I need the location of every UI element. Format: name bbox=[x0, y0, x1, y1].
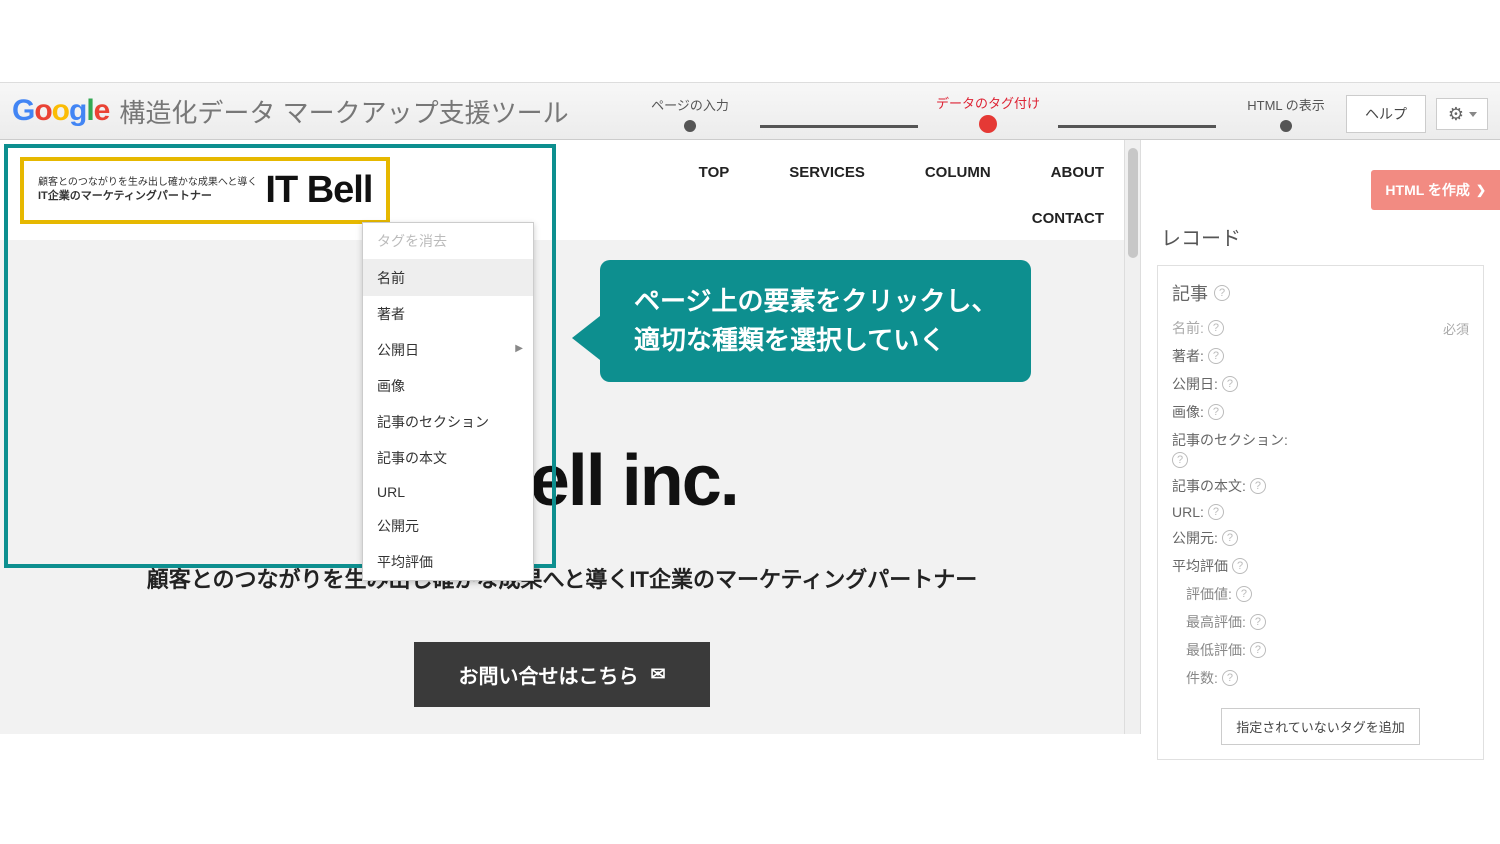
field-body[interactable]: 記事の本文:? bbox=[1172, 476, 1469, 496]
step-dot-icon bbox=[684, 120, 696, 132]
step-line bbox=[1058, 125, 1216, 128]
step-html[interactable]: HTML の表示 bbox=[1216, 95, 1356, 132]
step-input[interactable]: ページの入力 bbox=[620, 95, 760, 132]
menu-item-pubdate[interactable]: 公開日▶ bbox=[363, 332, 533, 368]
step-tagging[interactable]: データのタグ付け bbox=[918, 93, 1058, 133]
menu-item-body[interactable]: 記事の本文 bbox=[363, 440, 533, 476]
tag-context-menu: タグを消去 名前 著者 公開日▶ 画像 記事のセクション 記事の本文 URL 公… bbox=[362, 222, 534, 581]
help-icon[interactable]: ? bbox=[1208, 320, 1224, 336]
add-missing-tag-button[interactable]: 指定されていないタグを追加 bbox=[1221, 708, 1420, 745]
nav-column[interactable]: COLUMN bbox=[925, 164, 991, 181]
nav-top[interactable]: TOP bbox=[699, 164, 730, 181]
record-panel: 記事 ? 名前:?必須 著者:? 公開日:? 画像:? 記事のセクション: ? … bbox=[1157, 265, 1484, 760]
menu-item-rating[interactable]: 平均評価 bbox=[363, 544, 533, 580]
field-url[interactable]: URL:? bbox=[1172, 504, 1469, 520]
site-logo[interactable]: 顧客とのつながりを生み出し確かな成果へと導く IT企業のマーケティングパートナー… bbox=[20, 157, 390, 224]
app-topbar: Google 構造化データ マークアップ支援ツール ページの入力 データのタグ付… bbox=[0, 82, 1500, 140]
step-dot-icon bbox=[979, 115, 997, 133]
menu-item-image[interactable]: 画像 bbox=[363, 368, 533, 404]
sidebar: HTML を作成 ❯ レコード 記事 ? 名前:?必須 著者:? 公開日:? 画… bbox=[1140, 140, 1500, 734]
main-area: 顧客とのつながりを生み出し確かな成果へと導く IT企業のマーケティングパートナー… bbox=[0, 140, 1500, 734]
help-icon[interactable]: ? bbox=[1172, 452, 1188, 468]
nav-about[interactable]: ABOUT bbox=[1051, 164, 1104, 181]
gear-icon bbox=[1447, 105, 1465, 123]
caret-down-icon bbox=[1469, 112, 1477, 117]
help-icon[interactable]: ? bbox=[1250, 478, 1266, 494]
mail-icon bbox=[650, 663, 665, 686]
menu-item-author[interactable]: 著者 bbox=[363, 296, 533, 332]
chevron-right-icon: ▶ bbox=[515, 343, 523, 354]
scroll-thumb[interactable] bbox=[1128, 148, 1138, 258]
field-pubdate[interactable]: 公開日:? bbox=[1172, 374, 1469, 394]
help-icon[interactable]: ? bbox=[1222, 530, 1238, 546]
field-author[interactable]: 著者:? bbox=[1172, 346, 1469, 366]
help-icon[interactable]: ? bbox=[1208, 404, 1224, 420]
preview-scrollbar[interactable] bbox=[1124, 140, 1140, 734]
help-icon[interactable]: ? bbox=[1208, 348, 1224, 364]
menu-item-section[interactable]: 記事のセクション bbox=[363, 404, 533, 440]
logo-tagline: 顧客とのつながりを生み出し確かな成果へと導く IT企業のマーケティングパートナー bbox=[38, 176, 257, 203]
help-icon[interactable]: ? bbox=[1250, 614, 1266, 630]
site-nav: TOP SERVICES COLUMN ABOUT bbox=[699, 164, 1104, 181]
field-rating[interactable]: 平均評価 ? bbox=[1172, 556, 1469, 576]
field-rating-worst[interactable]: 最低評価:? bbox=[1172, 640, 1469, 660]
menu-item-name[interactable]: 名前 bbox=[363, 260, 533, 296]
page-preview[interactable]: 顧客とのつながりを生み出し確かな成果へと導く IT企業のマーケティングパートナー… bbox=[0, 140, 1124, 734]
logo-text: IT Bell bbox=[265, 169, 372, 212]
field-rating-value[interactable]: 評価値:? bbox=[1172, 584, 1469, 604]
menu-clear-tag: タグを消去 bbox=[363, 223, 533, 260]
menu-item-url[interactable]: URL bbox=[363, 476, 533, 508]
field-image[interactable]: 画像:? bbox=[1172, 402, 1469, 422]
help-icon[interactable]: ? bbox=[1232, 558, 1248, 574]
field-rating-count[interactable]: 件数:? bbox=[1172, 668, 1469, 688]
help-icon[interactable]: ? bbox=[1222, 670, 1238, 686]
tool-title: 構造化データ マークアップ支援ツール bbox=[119, 93, 568, 130]
contact-cta-button[interactable]: お問い合せはこちら bbox=[414, 642, 709, 707]
settings-button[interactable] bbox=[1436, 98, 1488, 130]
instruction-callout: ページ上の要素をクリックし、 適切な種類を選択していく bbox=[600, 260, 1031, 382]
nav-contact[interactable]: CONTACT bbox=[1032, 210, 1104, 227]
create-html-button[interactable]: HTML を作成 ❯ bbox=[1371, 170, 1500, 210]
hero: IT B•ell inc. 顧客とのつながりを生み出し確かな成果へと導くIT企業… bbox=[0, 440, 1124, 707]
google-logo: Google bbox=[12, 94, 109, 128]
help-icon[interactable]: ? bbox=[1222, 376, 1238, 392]
step-line bbox=[760, 125, 918, 128]
field-section[interactable]: 記事のセクション: bbox=[1172, 430, 1469, 450]
help-icon[interactable]: ? bbox=[1236, 586, 1252, 602]
field-name[interactable]: 名前:?必須 bbox=[1172, 318, 1469, 338]
site-header: 顧客とのつながりを生み出し確かな成果へと導く IT企業のマーケティングパートナー… bbox=[0, 140, 1124, 240]
help-button[interactable]: ヘルプ bbox=[1346, 95, 1426, 133]
field-section-help[interactable]: ? bbox=[1172, 452, 1469, 468]
help-icon[interactable]: ? bbox=[1214, 285, 1230, 301]
field-publisher[interactable]: 公開元:? bbox=[1172, 528, 1469, 548]
help-icon[interactable]: ? bbox=[1250, 642, 1266, 658]
step-dot-icon bbox=[1280, 120, 1292, 132]
help-icon[interactable]: ? bbox=[1208, 504, 1224, 520]
menu-item-publisher[interactable]: 公開元 bbox=[363, 508, 533, 544]
wizard-steps: ページの入力 データのタグ付け HTML の表示 bbox=[620, 93, 1356, 133]
field-rating-best[interactable]: 最高評価:? bbox=[1172, 612, 1469, 632]
nav-services[interactable]: SERVICES bbox=[789, 164, 865, 181]
chevron-right-icon: ❯ bbox=[1476, 183, 1486, 197]
record-head: 記事 ? bbox=[1172, 280, 1469, 306]
hero-subtitle: 顧客とのつながりを生み出し確かな成果へと導くIT企業のマーケティングパートナー bbox=[0, 562, 1124, 594]
